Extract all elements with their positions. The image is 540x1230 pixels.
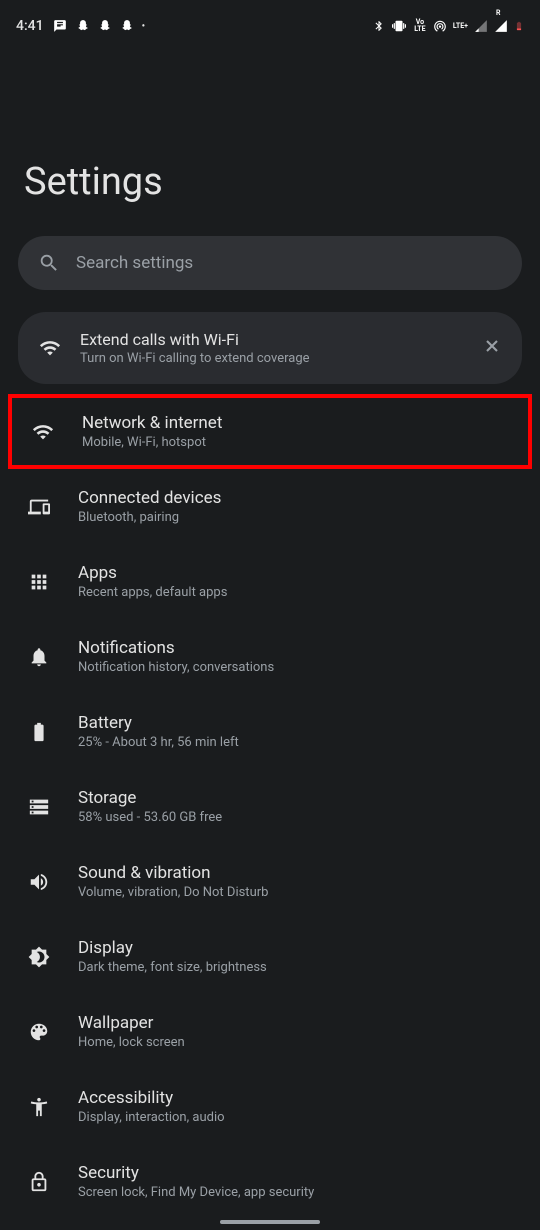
vibrate-icon (391, 19, 407, 33)
page-title: Settings (0, 40, 540, 236)
item-subtitle: Home, lock screen (78, 1035, 516, 1050)
message-icon (52, 19, 68, 33)
apps-icon (26, 571, 52, 593)
settings-item-display[interactable]: Display Dark theme, font size, brightnes… (0, 919, 540, 994)
settings-item-apps[interactable]: Apps Recent apps, default apps (0, 544, 540, 619)
hotspot-icon (433, 19, 447, 33)
item-title: Security (78, 1163, 516, 1183)
bluetooth-icon (373, 19, 385, 33)
item-subtitle: 58% used - 53.60 GB free (78, 810, 516, 825)
item-title: Display (78, 938, 516, 958)
settings-item-security[interactable]: Security Screen lock, Find My Device, ap… (0, 1144, 540, 1219)
settings-item-network[interactable]: Network & internet Mobile, Wi-Fi, hotspo… (8, 394, 532, 469)
item-subtitle: Volume, vibration, Do Not Disturb (78, 885, 516, 900)
settings-item-wallpaper[interactable]: Wallpaper Home, lock screen (0, 994, 540, 1069)
brightness-icon (26, 946, 52, 968)
battery-icon (514, 18, 524, 34)
home-indicator[interactable] (220, 1220, 320, 1224)
status-right: Vo LTE LTE+ R (373, 18, 524, 34)
palette-icon (26, 1021, 52, 1043)
devices-icon (26, 496, 52, 518)
item-subtitle: Recent apps, default apps (78, 585, 516, 600)
item-subtitle: Dark theme, font size, brightness (78, 960, 516, 975)
suggestion-title: Extend calls with Wi-Fi (80, 330, 464, 349)
wifi-icon (38, 337, 62, 359)
more-notifications-dot: • (142, 21, 146, 32)
item-title: Storage (78, 788, 516, 808)
item-title: Notifications (78, 638, 516, 658)
storage-icon (26, 796, 52, 818)
settings-item-battery[interactable]: Battery 25% - About 3 hr, 56 min left (0, 694, 540, 769)
settings-item-accessibility[interactable]: Accessibility Display, interaction, audi… (0, 1069, 540, 1144)
snapchat-icon-1 (76, 18, 90, 34)
item-title: Apps (78, 563, 516, 583)
item-subtitle: Bluetooth, pairing (78, 510, 516, 525)
suggestion-subtitle: Turn on Wi-Fi calling to extend coverage (80, 351, 464, 366)
item-subtitle: 25% - About 3 hr, 56 min left (78, 735, 516, 750)
settings-item-sound[interactable]: Sound & vibration Volume, vibration, Do … (0, 844, 540, 919)
item-subtitle: Display, interaction, audio (78, 1110, 516, 1125)
settings-list: Network & internet Mobile, Wi-Fi, hotspo… (0, 394, 540, 1219)
signal-icon-1 (474, 19, 488, 33)
snapchat-icon-2 (98, 18, 112, 34)
item-title: Connected devices (78, 488, 516, 508)
snapchat-icon-3 (120, 18, 134, 34)
settings-item-storage[interactable]: Storage 58% used - 53.60 GB free (0, 769, 540, 844)
item-title: Network & internet (82, 413, 512, 433)
item-title: Accessibility (78, 1088, 516, 1108)
volume-icon (26, 871, 52, 893)
search-placeholder: Search settings (76, 253, 193, 273)
close-button[interactable] (482, 336, 502, 360)
settings-item-notifications[interactable]: Notifications Notification history, conv… (0, 619, 540, 694)
lte-indicator: LTE+ (453, 22, 468, 30)
status-bar: 4:41 • Vo LTE LTE+ R (0, 0, 540, 40)
search-input[interactable]: Search settings (18, 236, 522, 290)
battery-icon (26, 721, 52, 743)
status-left: 4:41 • (16, 18, 145, 34)
status-time: 4:41 (16, 18, 44, 34)
bell-icon (26, 646, 52, 668)
accessibility-icon (26, 1096, 52, 1118)
item-subtitle: Mobile, Wi-Fi, hotspot (82, 435, 512, 450)
item-title: Sound & vibration (78, 863, 516, 883)
lock-icon (26, 1171, 52, 1193)
item-title: Wallpaper (78, 1013, 516, 1033)
suggestion-card[interactable]: Extend calls with Wi-Fi Turn on Wi-Fi ca… (18, 312, 522, 384)
wifi-icon (30, 421, 56, 443)
volte-icon: Vo LTE (413, 19, 427, 33)
item-title: Battery (78, 713, 516, 733)
roaming-label: R (494, 19, 508, 33)
settings-item-connected-devices[interactable]: Connected devices Bluetooth, pairing (0, 469, 540, 544)
search-icon (38, 252, 60, 274)
item-subtitle: Screen lock, Find My Device, app securit… (78, 1185, 516, 1200)
item-subtitle: Notification history, conversations (78, 660, 516, 675)
